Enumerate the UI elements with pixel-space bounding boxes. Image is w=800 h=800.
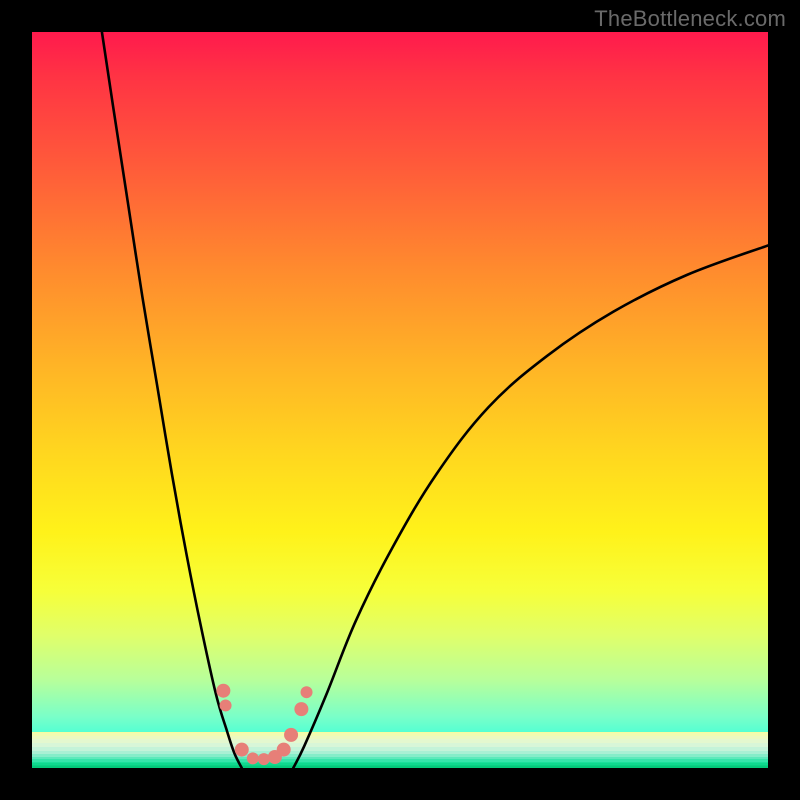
data-point	[247, 752, 259, 764]
data-point	[258, 753, 270, 765]
chart-frame: TheBottleneck.com	[0, 0, 800, 800]
data-point	[284, 728, 298, 742]
data-point	[294, 702, 308, 716]
data-point	[301, 686, 313, 698]
curve-right-branch	[293, 245, 768, 768]
curve-left-branch	[102, 32, 242, 768]
curve-layer	[32, 32, 768, 768]
data-point	[216, 684, 230, 698]
watermark-text: TheBottleneck.com	[594, 6, 786, 32]
plot-area	[32, 32, 768, 768]
data-point	[220, 699, 232, 711]
data-point	[277, 743, 291, 757]
data-point	[235, 743, 249, 757]
